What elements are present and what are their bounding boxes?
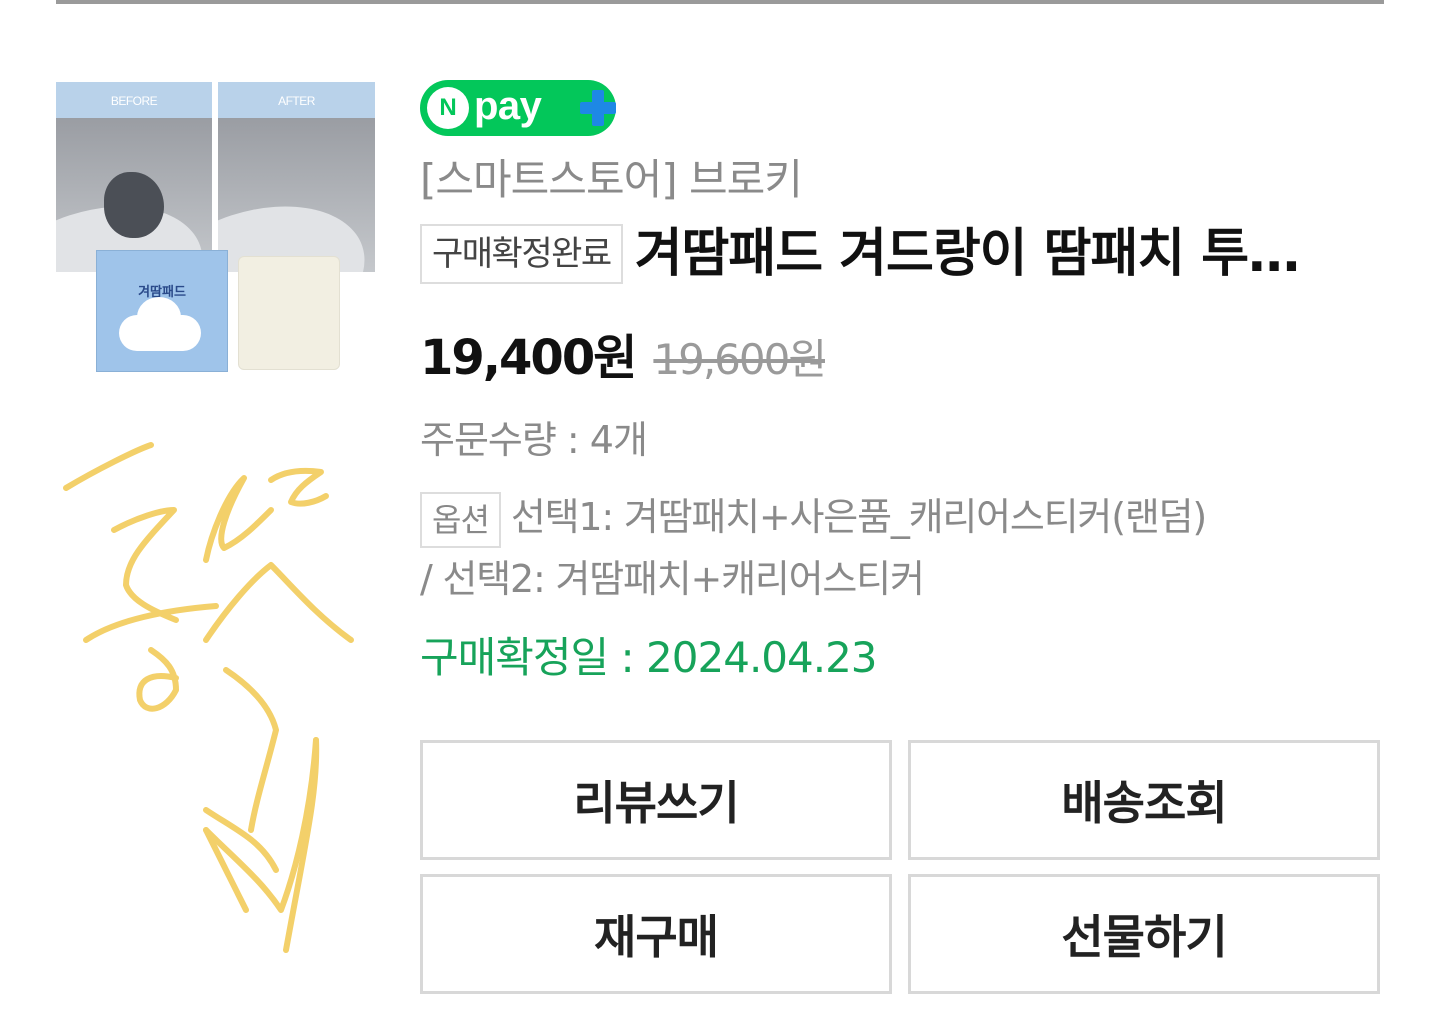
write-review-button[interactable]: 리뷰쓰기 xyxy=(420,740,892,860)
option-line-2: / 선택2: 겨땀패치+캐리어스티커 xyxy=(420,557,925,601)
order-quantity: 주문수량 : 4개 xyxy=(420,418,648,462)
top-divider xyxy=(56,0,1384,4)
send-gift-button[interactable]: 선물하기 xyxy=(908,874,1380,994)
track-delivery-button[interactable]: 배송조회 xyxy=(908,740,1380,860)
handwritten-doodle xyxy=(63,442,354,953)
plus-icon xyxy=(580,90,616,126)
option-badge: 옵션 xyxy=(420,491,501,548)
sale-price: 19,400원 xyxy=(420,330,637,386)
product-thumbnail[interactable]: BEFORE AFTER 겨땀패드 xyxy=(56,82,375,372)
product-box: 겨땀패드 xyxy=(96,250,228,372)
npay-plus-badge: N pay xyxy=(420,80,616,136)
purchase-confirm-date: 구매확정일 : 2024.04.23 xyxy=(420,633,878,682)
pad-roll xyxy=(238,256,340,370)
rebuy-button[interactable]: 재구매 xyxy=(420,874,892,994)
npay-text: pay xyxy=(474,84,542,128)
store-name-link[interactable]: [스마트스토어] 브로키 xyxy=(420,152,803,208)
before-panel: BEFORE xyxy=(56,82,212,272)
option-line-1: 선택1: 겨땀패치+사은품_캐리어스티커(랜덤) xyxy=(510,495,1207,539)
order-options: 옵션 선택1: 겨땀패치+사은품_캐리어스티커(랜덤) / 선택2: 겨땀패치+캐… xyxy=(420,486,1384,610)
before-label: BEFORE xyxy=(110,94,158,108)
status-badge: 구매확정완료 xyxy=(420,224,623,284)
after-label: AFTER xyxy=(278,94,315,108)
price-row: 19,400원 19,600원 xyxy=(420,318,827,388)
naver-n-icon: N xyxy=(427,87,469,129)
cloud-icon xyxy=(119,297,201,351)
product-title-row: 구매확정완료겨땀패드 겨드랑이 땀패치 투명 얇은 흡수 패드 xyxy=(420,224,1384,290)
after-panel: AFTER xyxy=(218,82,375,272)
product-title-link[interactable]: 겨땀패드 겨드랑이 땀패치 투명 얇은 흡수 패드 xyxy=(635,224,1341,284)
original-price: 19,600원 xyxy=(653,335,827,384)
